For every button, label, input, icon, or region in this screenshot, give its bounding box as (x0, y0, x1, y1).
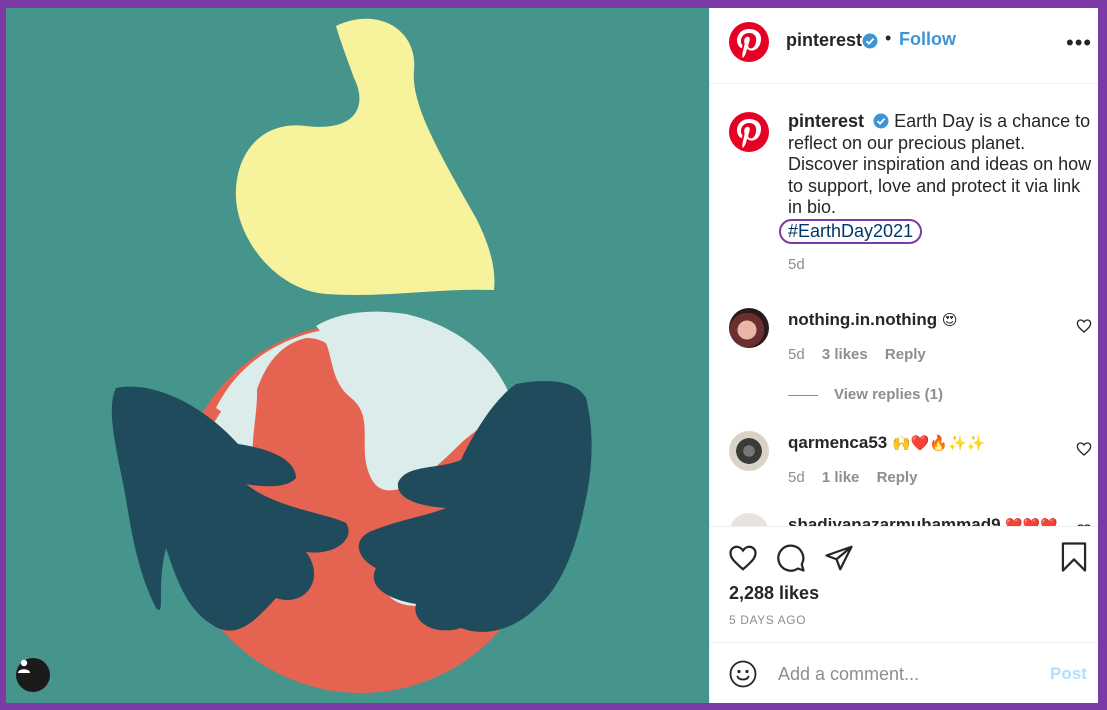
comment-item: shadiyanazarmuhammad9 ❤️❤️❤️ (710, 499, 1098, 526)
comment-text: ❤️❤️❤️ (1005, 517, 1058, 526)
comment-user-line: qarmenca53 🙌❤️🔥✨✨ (788, 433, 985, 453)
post-comment-button[interactable]: Post (1050, 664, 1087, 684)
verified-icon (873, 113, 889, 129)
hashtag-link[interactable]: #EarthDay2021 (779, 218, 923, 244)
user-tag-button[interactable] (16, 658, 50, 692)
comment-text: 😍 (941, 312, 958, 329)
follow-button[interactable]: Follow (899, 29, 956, 50)
emoji-icon[interactable] (729, 660, 757, 688)
comments-list[interactable]: pinterest Earth Day is a chance to refle… (710, 84, 1098, 526)
more-options-icon[interactable]: ••• (1066, 30, 1092, 56)
comment-time[interactable]: 5d (788, 469, 805, 486)
comment-meta: 5d 1 like Reply (788, 469, 930, 486)
comment-username[interactable]: nothing.in.nothing (788, 310, 937, 329)
pinterest-avatar[interactable] (729, 22, 769, 62)
avatar[interactable] (729, 513, 769, 526)
pinterest-logo-icon (737, 29, 761, 58)
comment-item: nothing.in.nothing 😍 5d 3 likes Reply Vi… (710, 294, 1098, 404)
view-replies-label: View replies (1) (834, 386, 943, 403)
reply-button[interactable]: Reply (877, 469, 918, 486)
post-image[interactable] (6, 8, 709, 703)
comment-input[interactable] (776, 659, 1040, 689)
comment-username[interactable]: shadiyanazarmuhammad9 (788, 515, 1001, 526)
post-frame: pinterest • Follow ••• pinterest Earth D… (6, 8, 1098, 703)
add-comment-bar: Post (710, 642, 1098, 703)
pinterest-logo-icon (737, 119, 761, 148)
reply-button[interactable]: Reply (885, 346, 926, 363)
comment-likes[interactable]: 3 likes (822, 346, 868, 363)
heart-icon[interactable] (728, 543, 758, 573)
caption-username[interactable]: pinterest (788, 111, 864, 131)
user-tag-icon (18, 659, 30, 673)
heart-icon[interactable] (1076, 318, 1092, 334)
post-actions: 2,288 likes 5 DAYS AGO (710, 526, 1098, 642)
likes-count[interactable]: 2,288 likes (729, 583, 819, 604)
comment-icon[interactable] (776, 543, 806, 573)
bookmark-icon[interactable] (1060, 541, 1088, 573)
heart-icon[interactable] (1076, 441, 1092, 457)
replies-divider (788, 394, 818, 396)
post-header: pinterest • Follow ••• (710, 8, 1098, 84)
avatar[interactable] (729, 308, 769, 348)
comment-user-line: shadiyanazarmuhammad9 ❤️❤️❤️ (788, 515, 1058, 526)
comment-time[interactable]: 5d (788, 346, 805, 363)
comment-meta: 5d 3 likes Reply (788, 346, 939, 363)
caption-time[interactable]: 5d (788, 256, 805, 273)
avatar[interactable] (729, 431, 769, 471)
post-timestamp[interactable]: 5 DAYS AGO (729, 613, 806, 627)
caption-avatar[interactable] (729, 112, 769, 152)
caption-text-block: pinterest Earth Day is a chance to refle… (779, 111, 1093, 244)
post-side-panel: pinterest • Follow ••• pinterest Earth D… (709, 8, 1098, 703)
comment-user-line: nothing.in.nothing 😍 (788, 310, 958, 330)
comment-username[interactable]: qarmenca53 (788, 433, 887, 452)
comment-text: 🙌❤️🔥✨✨ (891, 435, 986, 452)
header-username[interactable]: pinterest (786, 30, 862, 51)
header-separator: • (885, 28, 892, 48)
share-icon[interactable] (824, 543, 854, 573)
comment-likes[interactable]: 1 like (822, 469, 860, 486)
earth-day-illustration (111, 18, 592, 693)
view-replies-button[interactable]: View replies (1) (788, 386, 943, 403)
verified-icon (862, 33, 878, 49)
